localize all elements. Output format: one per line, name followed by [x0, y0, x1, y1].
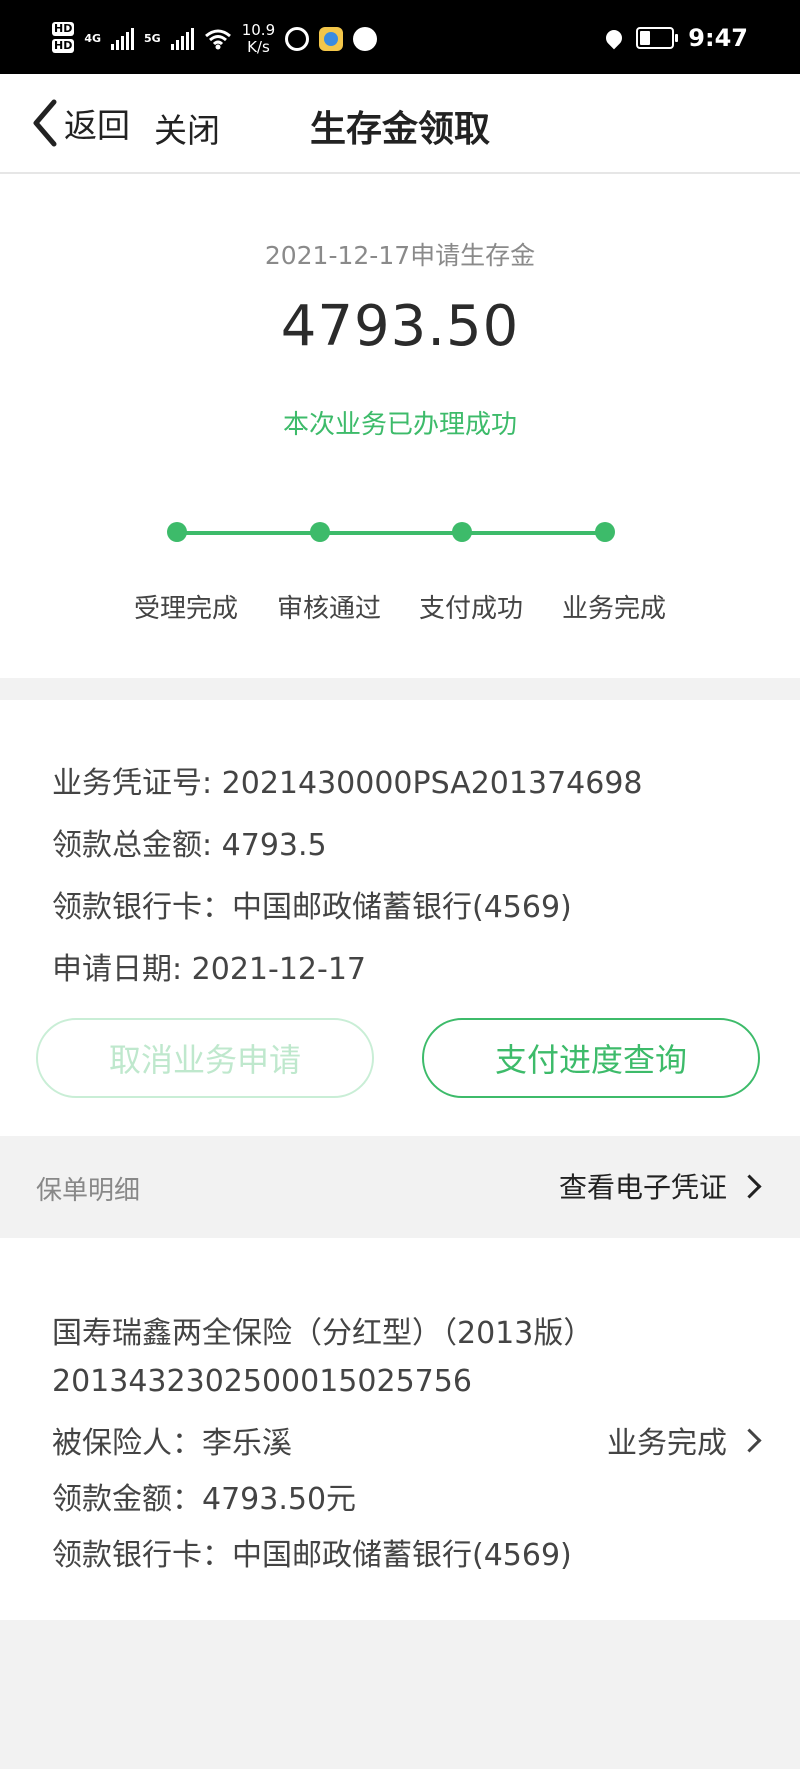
- signal-bars-icon-2: [170, 28, 194, 50]
- app-notification-icon: [319, 27, 344, 51]
- policy-number: 2013432302500015025756: [52, 1364, 472, 1399]
- status-right: 9:47: [602, 24, 748, 52]
- cancel-application-button[interactable]: 取消业务申请: [36, 1018, 374, 1098]
- amount-value: 4793.50: [280, 294, 520, 359]
- speed-unit: K/s: [247, 38, 270, 56]
- step-dot-4: [595, 522, 615, 542]
- hd-badge-1: HD: [52, 22, 75, 36]
- total-amount: 领款总金额: 4793.5: [52, 828, 327, 863]
- hand-icon: [285, 27, 310, 51]
- step-dot-2: [310, 522, 330, 542]
- apply-date: 申请日期: 2021-12-17: [52, 952, 366, 987]
- insured-person: 被保险人：李乐溪: [52, 1426, 292, 1461]
- hd-badge-2: HD: [52, 39, 75, 53]
- apply-date-line: 2021-12-17申请生存金: [264, 241, 536, 270]
- status-bar: HD HD 4G 5G 10.9 K/s 9:47: [0, 0, 800, 74]
- wifi-icon: [204, 29, 231, 50]
- signal-bars-icon: [111, 28, 135, 50]
- step-dot-1: [167, 522, 187, 542]
- view-e-voucher-link[interactable]: 查看电子凭证: [558, 1166, 762, 1206]
- chevron-right-icon: [737, 1173, 762, 1199]
- battery-icon: [636, 27, 679, 49]
- voucher-number: 业务凭证号: 2021430000PSA201374698: [52, 766, 643, 801]
- step-label-4: 业务完成: [561, 594, 666, 624]
- step-dot-3: [452, 522, 472, 542]
- network-4g-label: 4G: [84, 32, 102, 45]
- status-left: HD HD 4G 5G 10.9 K/s: [52, 22, 378, 56]
- location-icon: [602, 26, 626, 50]
- payment-progress-button[interactable]: 支付进度查询: [422, 1018, 760, 1098]
- hd-indicators: HD HD: [52, 22, 75, 56]
- step-label-1: 受理完成: [133, 594, 238, 624]
- policy-amount: 领款金额：4793.50元: [52, 1482, 357, 1517]
- step-label-3: 支付成功: [418, 594, 523, 624]
- nav-bar: 返回 关闭 生存金领取: [0, 74, 800, 174]
- network-5g-label: 5G: [144, 32, 161, 45]
- policy-card[interactable]: 国寿瑞鑫两全保险（分红型）（2013版） 2013432302500015025…: [0, 1238, 800, 1620]
- bank-card: 领款银行卡：中国邮政储蓄银行(4569): [52, 890, 572, 925]
- policy-status: 业务完成: [607, 1426, 727, 1461]
- summary-card: 2021-12-17申请生存金 4793.50 本次业务已办理成功 受理完成 审…: [0, 174, 800, 678]
- policy-section-header: 保单明细 查看电子凭证: [0, 1136, 800, 1238]
- policy-bank-card: 领款银行卡：中国邮政储蓄银行(4569): [52, 1538, 572, 1573]
- network-speed: 10.9 K/s: [242, 22, 275, 56]
- view-e-voucher-label: 查看电子凭证: [558, 1171, 727, 1204]
- audio-icon: [353, 27, 378, 51]
- policy-name: 国寿瑞鑫两全保险（分红型）（2013版）: [52, 1316, 594, 1351]
- policy-status-link[interactable]: 业务完成: [607, 1418, 762, 1462]
- progress-line: [177, 531, 605, 535]
- chevron-right-icon: [737, 1427, 762, 1453]
- page-title: 生存金领取: [309, 109, 490, 150]
- clock: 9:47: [688, 24, 748, 52]
- details-card: 业务凭证号: 2021430000PSA201374698 领款总金额: 479…: [0, 700, 800, 1136]
- step-label-2: 审核通过: [276, 594, 381, 624]
- section-label: 保单明细: [36, 1176, 141, 1206]
- success-message: 本次业务已办理成功: [282, 410, 517, 440]
- speed-value: 10.9: [241, 21, 276, 39]
